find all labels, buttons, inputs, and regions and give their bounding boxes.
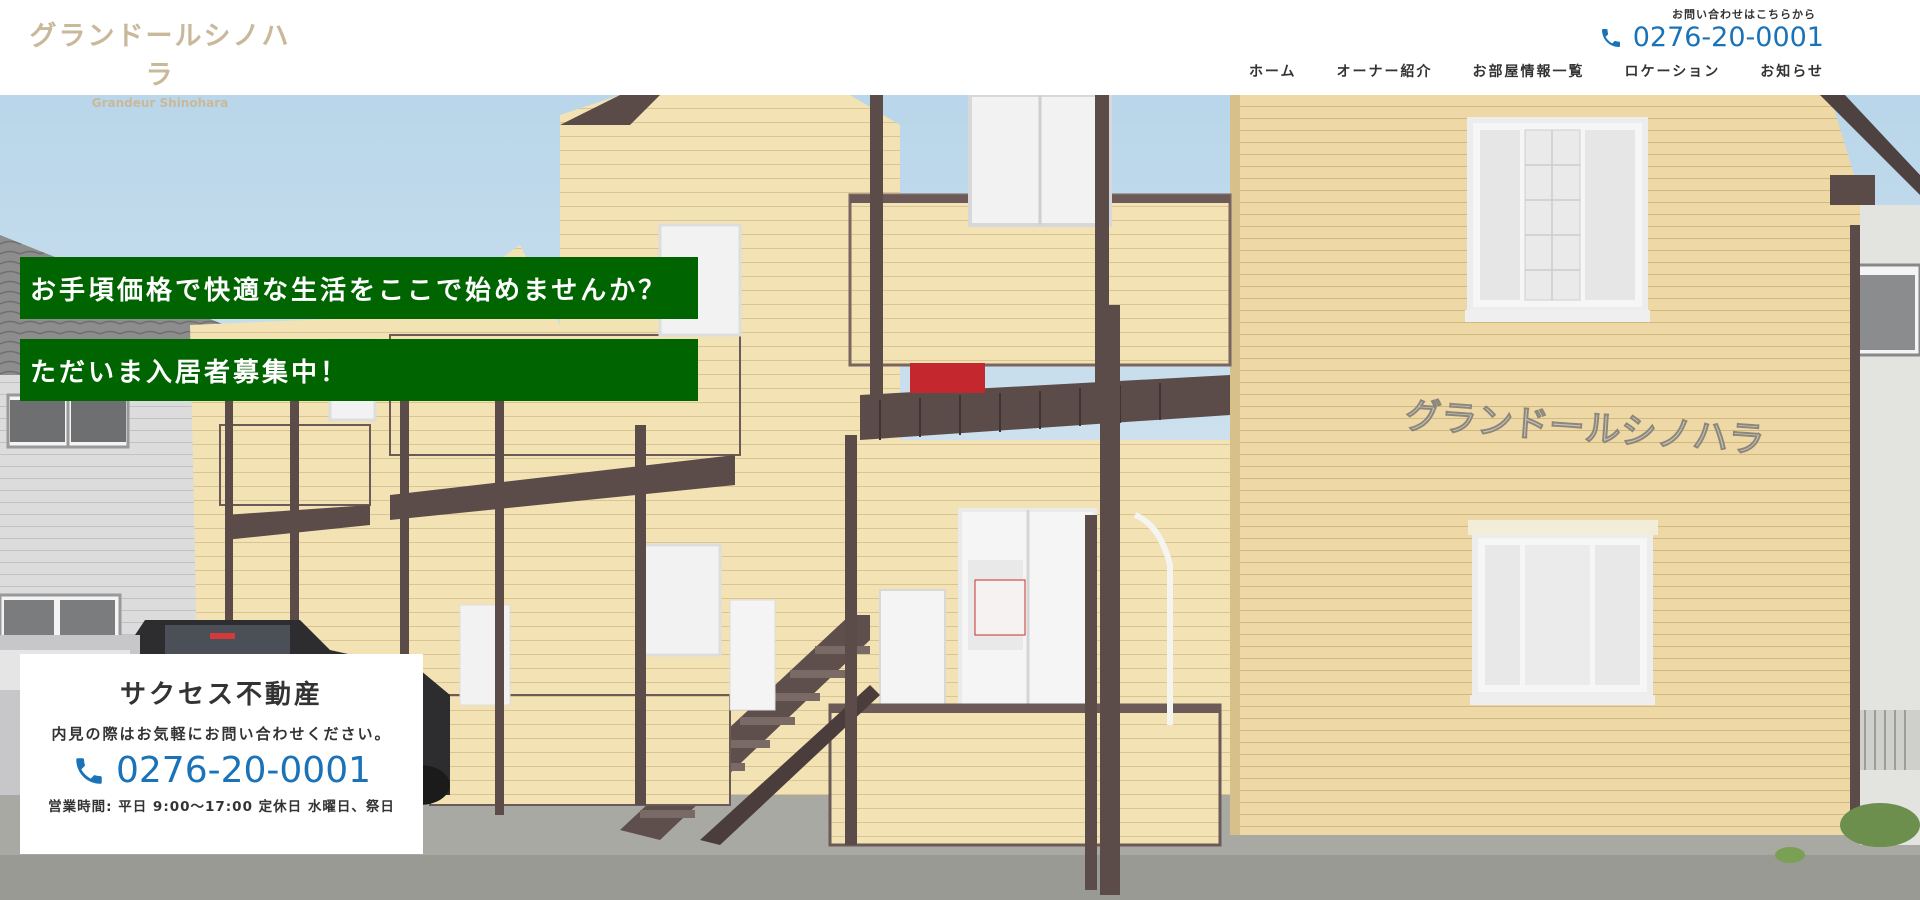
hero-section: グランドールシノハラ お手頃価格で快適な生活をここで始めませんか？ ただいま入居… (0, 95, 1920, 900)
site-header: グランドールシノハラ Grandeur Shinohara お問い合わせはこちら… (0, 0, 1920, 110)
header-contact: お問い合わせはこちらから 0276-20-0001 (1599, 6, 1824, 53)
hero-banner-headline: お手頃価格で快適な生活をここで始めませんか？ (20, 257, 698, 319)
contact-info-box: サクセス不動産 内見の際はお気軽にお問い合わせください。 0276-20-000… (20, 654, 423, 854)
nav-item-news[interactable]: お知らせ (1720, 61, 1824, 81)
nav-item-owner[interactable]: オーナー紹介 (1297, 61, 1433, 81)
info-phone-link[interactable]: 0276-20-0001 (20, 750, 423, 791)
company-name: サクセス不動産 (119, 680, 323, 710)
main-nav: ホーム オーナー紹介 お部屋情報一覧 ロケーション お知らせ (1209, 61, 1824, 81)
site-logo[interactable]: グランドールシノハラ Grandeur Shinohara (20, 14, 300, 110)
header-phone-link[interactable]: 0276-20-0001 (1599, 22, 1824, 53)
info-phone-number: 0276-20-0001 (115, 750, 372, 791)
phone-icon (72, 754, 106, 788)
contact-note: お問い合わせはこちらから (1672, 8, 1816, 21)
nav-item-home[interactable]: ホーム (1209, 61, 1297, 81)
inquiry-text: 内見の際はお気軽にお問い合わせください。 (51, 725, 392, 743)
phone-icon (1599, 26, 1623, 50)
header-phone-number: 0276-20-0001 (1632, 22, 1824, 53)
business-hours: 営業時間: 平日 9:00〜17:00 定休日 水曜日、祭日 (48, 799, 395, 815)
logo-subtitle: Grandeur Shinohara (91, 96, 229, 110)
nav-item-location[interactable]: ロケーション (1585, 61, 1721, 81)
nav-item-rooms[interactable]: お部屋情報一覧 (1433, 61, 1585, 81)
hero-banner-recruiting: ただいま入居者募集中！ (20, 339, 698, 401)
logo-title: グランドールシノハラ (29, 21, 291, 91)
